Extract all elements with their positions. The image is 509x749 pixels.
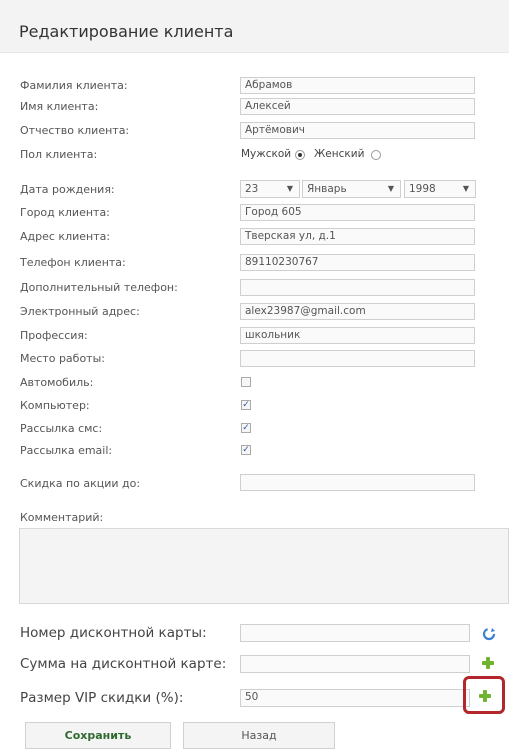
gender-female-label: Женский bbox=[314, 148, 365, 160]
gender-male-radio[interactable] bbox=[295, 150, 305, 160]
vip-discount-label: Размер VIP скидки (%): bbox=[20, 690, 184, 706]
address-label: Адрес клиента: bbox=[20, 230, 111, 243]
gender-female-radio[interactable] bbox=[371, 150, 381, 160]
email-subscription-checkbox[interactable]: ✓ bbox=[241, 445, 251, 455]
email-subscription-label: Рассылка email: bbox=[20, 444, 113, 457]
back-button[interactable]: Назад bbox=[183, 722, 335, 749]
card-number-label: Номер дисконтной карты: bbox=[20, 625, 207, 641]
last-name-input[interactable]: Абрамов bbox=[240, 77, 475, 94]
sms-checkbox[interactable]: ✓ bbox=[241, 423, 251, 433]
birth-date-label: Дата рождения: bbox=[20, 183, 115, 196]
birth-day-value: 23 bbox=[245, 183, 259, 195]
city-label: Город клиента: bbox=[20, 206, 110, 219]
highlight-box bbox=[463, 676, 505, 714]
gender-label: Пол клиента: bbox=[20, 148, 98, 161]
workplace-label: Место работы: bbox=[20, 352, 105, 365]
city-input[interactable]: Город 605 bbox=[240, 204, 475, 221]
first-name-label: Имя клиента: bbox=[20, 100, 99, 113]
discount-until-input[interactable] bbox=[240, 474, 475, 491]
birth-month-select[interactable]: Январь ▼ bbox=[302, 180, 401, 198]
extra-phone-input[interactable] bbox=[240, 279, 475, 296]
chevron-down-icon: ▼ bbox=[462, 184, 469, 193]
phone-label: Телефон клиента: bbox=[20, 256, 126, 269]
computer-label: Компьютер: bbox=[20, 399, 90, 412]
gender-male-label: Мужской bbox=[241, 148, 292, 160]
extra-phone-label: Дополнительный телефон: bbox=[20, 281, 178, 294]
computer-checkbox[interactable]: ✓ bbox=[241, 400, 251, 410]
car-label: Автомобиль: bbox=[20, 376, 94, 389]
patronymic-label: Отчество клиента: bbox=[20, 124, 130, 137]
email-label: Электронный адрес: bbox=[20, 305, 140, 318]
birth-month-value: Январь bbox=[307, 183, 347, 195]
page-header: Редактирование клиента bbox=[0, 0, 509, 53]
card-number-input[interactable] bbox=[240, 624, 470, 642]
discount-until-label: Скидка по акции до: bbox=[20, 477, 141, 490]
email-input[interactable]: alex23987@gmail.com bbox=[240, 303, 475, 320]
chevron-down-icon: ▼ bbox=[286, 184, 293, 193]
card-sum-label: Сумма на дисконтной карте: bbox=[20, 656, 227, 672]
sms-label: Рассылка смс: bbox=[20, 422, 103, 435]
vip-discount-input[interactable]: 50 bbox=[240, 689, 470, 707]
save-button[interactable]: Сохранить bbox=[25, 722, 171, 749]
chevron-down-icon: ▼ bbox=[387, 184, 394, 193]
birth-year-value: 1998 bbox=[409, 183, 436, 195]
page-title: Редактирование клиента bbox=[19, 22, 234, 41]
refresh-icon[interactable] bbox=[482, 627, 496, 641]
comment-textarea[interactable] bbox=[19, 528, 509, 604]
profession-input[interactable]: школьник bbox=[240, 327, 475, 344]
card-sum-input[interactable] bbox=[240, 655, 470, 673]
first-name-input[interactable]: Алексей bbox=[240, 98, 475, 115]
address-input[interactable]: Тверская ул, д.1 bbox=[240, 228, 475, 245]
birth-year-select[interactable]: 1998 ▼ bbox=[404, 180, 476, 198]
phone-input[interactable]: 89110230767 bbox=[240, 254, 475, 271]
patronymic-input[interactable]: Артёмович bbox=[240, 122, 475, 139]
car-checkbox[interactable] bbox=[241, 377, 251, 387]
plus-icon[interactable] bbox=[482, 657, 494, 669]
last-name-label: Фамилия клиента: bbox=[20, 79, 128, 92]
profession-label: Профессия: bbox=[20, 329, 88, 342]
birth-day-select[interactable]: 23 ▼ bbox=[240, 180, 300, 198]
workplace-input[interactable] bbox=[240, 350, 475, 367]
comment-label: Комментарий: bbox=[20, 511, 104, 524]
